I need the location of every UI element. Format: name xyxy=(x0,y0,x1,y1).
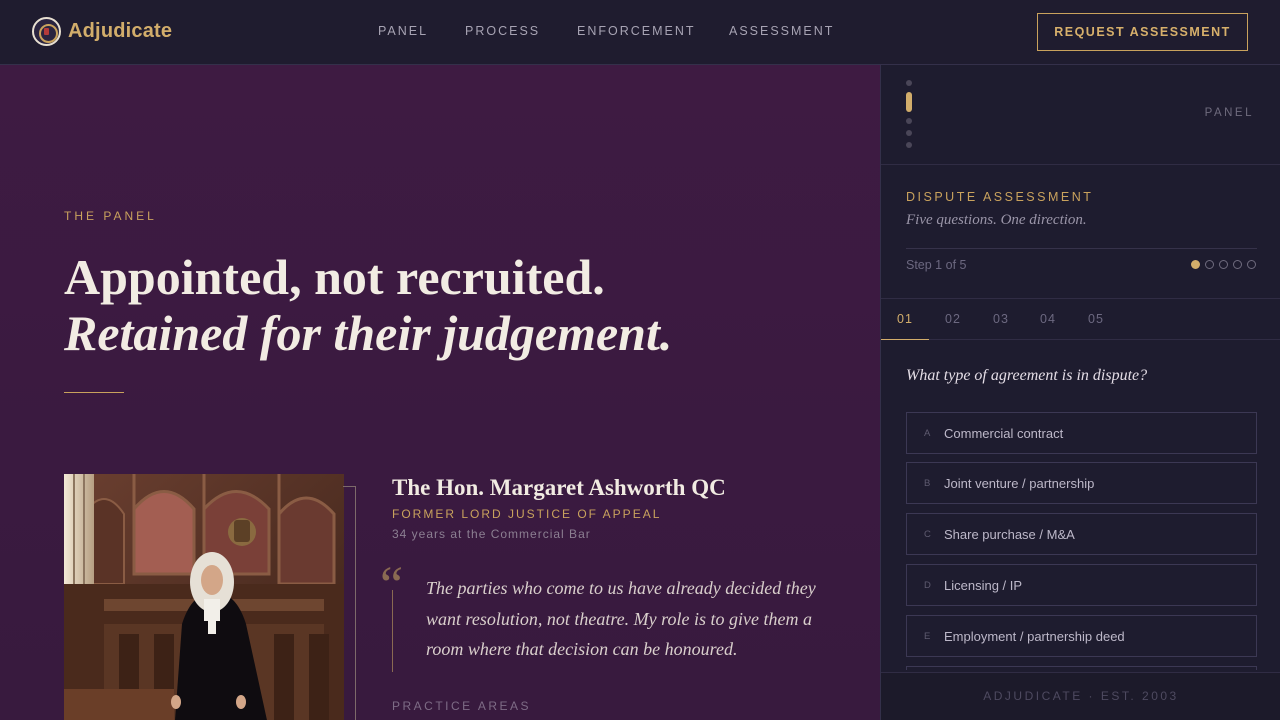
assessment-title: DISPUTE ASSESSMENT xyxy=(906,190,1094,204)
section-dot[interactable] xyxy=(906,130,912,136)
step-progress-dots xyxy=(1191,260,1256,269)
request-assessment-button[interactable]: REQUEST ASSESSMENT xyxy=(1037,13,1248,51)
quote-bar xyxy=(392,590,393,672)
option-letter: C xyxy=(924,528,931,540)
option-joint-venture[interactable]: B Joint venture / partnership xyxy=(906,462,1257,504)
headline-line-2: Retained for their judgement. xyxy=(64,305,673,361)
option-label: Share purchase / M&A xyxy=(944,526,1075,542)
step-dot xyxy=(1247,260,1256,269)
top-header: Adjudicate PANEL PROCESS ENFORCEMENT ASS… xyxy=(0,0,1280,65)
judge-portrait xyxy=(64,474,344,720)
page-title: Appointed, not recruited. Retained for t… xyxy=(64,249,672,361)
section-dot[interactable] xyxy=(906,80,912,86)
portrait-illustration xyxy=(64,474,344,720)
option-letter: B xyxy=(924,477,931,489)
option-employment-deed[interactable]: E Employment / partnership deed xyxy=(906,615,1257,657)
option-letter: A xyxy=(924,427,931,439)
section-dot-active[interactable] xyxy=(906,92,912,112)
panelist-role: FORMER LORD JUSTICE OF APPEAL xyxy=(392,507,662,521)
option-licensing-ip[interactable]: D Licensing / IP xyxy=(906,564,1257,606)
step-dot xyxy=(1205,260,1214,269)
step-dot xyxy=(1219,260,1228,269)
tab-02[interactable]: 02 xyxy=(929,299,977,340)
current-section-label: PANEL xyxy=(1204,107,1254,119)
answer-options: A Commercial contract B Joint venture / … xyxy=(906,412,1257,670)
section-dot[interactable] xyxy=(906,118,912,124)
option-label: Employment / partnership deed xyxy=(944,628,1125,644)
section-eyebrow: THE PANEL xyxy=(64,209,157,223)
sidebar-footer: ADJUDICATE · EST. 2003 xyxy=(881,672,1280,720)
practice-areas-label: PRACTICE AREAS xyxy=(392,699,532,713)
nav-link-process[interactable]: PROCESS xyxy=(465,24,540,38)
step-dot xyxy=(1233,260,1242,269)
nav-link-panel[interactable]: PANEL xyxy=(378,24,428,38)
option-next-partial[interactable] xyxy=(906,666,1257,670)
portrait-frame xyxy=(343,486,356,720)
question-tabs: 01 02 03 04 05 xyxy=(881,298,1280,340)
panel-section: THE PANEL Appointed, not recruited. Reta… xyxy=(0,65,880,720)
divider xyxy=(881,164,1280,165)
nav-link-assessment[interactable]: ASSESSMENT xyxy=(729,24,834,38)
step-dot-current xyxy=(1191,260,1200,269)
panelist-name: The Hon. Margaret Ashworth QC xyxy=(392,475,726,500)
section-dots-nav xyxy=(906,80,912,150)
option-label: Joint venture / partnership xyxy=(944,475,1095,491)
option-share-purchase[interactable]: C Share purchase / M&A xyxy=(906,513,1257,555)
option-label: Licensing / IP xyxy=(944,577,1023,593)
tab-04[interactable]: 04 xyxy=(1024,299,1072,340)
panelist-experience: 34 years at the Commercial Bar xyxy=(392,527,591,541)
assessment-sidebar: PANEL DISPUTE ASSESSMENT Five questions.… xyxy=(880,65,1280,720)
step-indicator: Step 1 of 5 xyxy=(906,258,967,272)
tab-01[interactable]: 01 xyxy=(881,299,929,340)
section-dot[interactable] xyxy=(906,142,912,148)
nav-link-enforcement[interactable]: ENFORCEMENT xyxy=(577,24,696,38)
option-letter: D xyxy=(924,579,931,591)
title-divider xyxy=(64,392,124,393)
option-letter: E xyxy=(924,630,931,642)
divider xyxy=(906,248,1257,249)
option-label: Commercial contract xyxy=(944,425,1064,441)
tab-03[interactable]: 03 xyxy=(977,299,1025,340)
assessment-subtitle: Five questions. One direction. xyxy=(906,212,1087,228)
question-text: What type of agreement is in dispute? xyxy=(906,367,1148,384)
headline-line-1: Appointed, not recruited. xyxy=(64,249,605,305)
option-commercial-contract[interactable]: A Commercial contract xyxy=(906,412,1257,454)
tab-05[interactable]: 05 xyxy=(1072,299,1120,340)
panelist-quote: The parties who come to us have already … xyxy=(426,578,816,659)
